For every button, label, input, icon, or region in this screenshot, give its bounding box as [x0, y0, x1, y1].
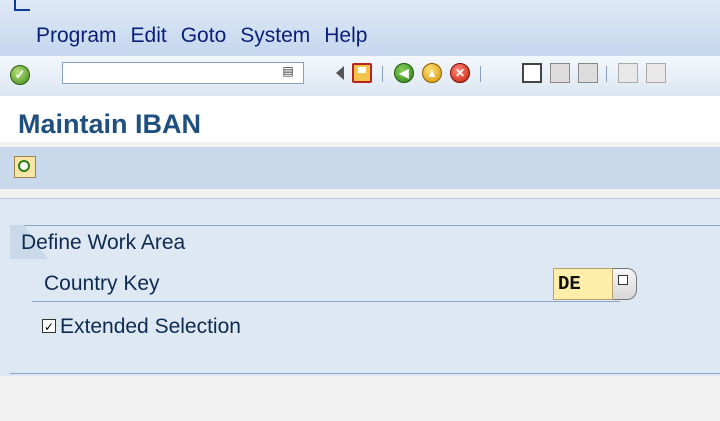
- menu-system[interactable]: System: [240, 24, 310, 48]
- menu-help[interactable]: Help: [324, 24, 367, 48]
- application-toolbar: [0, 147, 720, 189]
- extended-selection-label: Extended Selection: [60, 315, 241, 338]
- save-icon[interactable]: [352, 63, 372, 83]
- country-key-label: Country Key: [44, 272, 160, 295]
- extended-selection-checkbox[interactable]: ✓: [42, 319, 56, 334]
- menu-edit[interactable]: Edit: [131, 24, 167, 48]
- back-triangle-icon[interactable]: [336, 66, 344, 80]
- command-field[interactable]: [62, 62, 304, 84]
- print-icon[interactable]: [522, 63, 542, 83]
- execute-clock-icon[interactable]: [14, 156, 36, 178]
- country-key-input[interactable]: DE: [553, 268, 613, 300]
- group-title: Define Work Area: [21, 231, 186, 254]
- cancel-icon[interactable]: ✕: [450, 63, 470, 83]
- window-menu-icon[interactable]: [14, 0, 30, 11]
- first-page-icon[interactable]: [618, 63, 638, 83]
- menu-goto[interactable]: Goto: [181, 24, 227, 48]
- previous-page-icon[interactable]: [646, 63, 666, 83]
- menu-program[interactable]: Program: [36, 24, 117, 48]
- back-icon[interactable]: ◀: [394, 63, 414, 83]
- toolbar-separator: [606, 66, 607, 82]
- field-underline: [32, 301, 620, 302]
- value-help-icon[interactable]: [613, 268, 637, 300]
- find-next-icon[interactable]: [578, 63, 598, 83]
- find-icon[interactable]: [550, 63, 570, 83]
- menu: Program Edit Goto System Help: [36, 24, 367, 48]
- toolbar-separator: [480, 66, 481, 82]
- menu-bar: Program Edit Goto System Help: [0, 0, 720, 56]
- page-title: Maintain IBAN: [18, 109, 202, 139]
- exit-icon[interactable]: ▲: [422, 63, 442, 83]
- command-dropdown-icon[interactable]: ▤: [282, 64, 294, 79]
- enter-icon[interactable]: ✓: [10, 65, 30, 85]
- toolbar-separator: [382, 66, 383, 82]
